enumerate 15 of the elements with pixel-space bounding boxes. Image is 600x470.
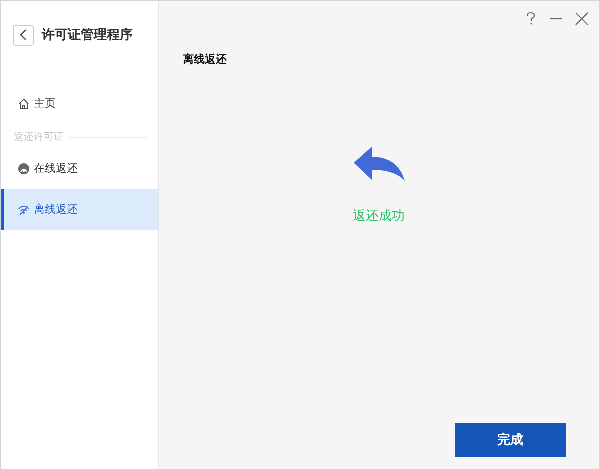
house-icon xyxy=(18,98,30,110)
nav-item[interactable]: 主页 xyxy=(1,83,158,124)
globe-icon xyxy=(18,162,30,174)
app-title: 许可证管理程序 xyxy=(42,26,133,44)
success-message: 返还成功 xyxy=(353,208,405,225)
help-icon[interactable] xyxy=(525,12,537,26)
section-label: 返还许可证 xyxy=(14,130,64,144)
chevron-left-icon xyxy=(20,29,28,41)
back-button[interactable] xyxy=(13,24,34,46)
nav-item[interactable]: 离线返还 xyxy=(1,189,158,230)
nav-item[interactable]: 在线返还 xyxy=(1,148,158,189)
finish-button[interactable]: 完成 xyxy=(455,423,566,457)
close-icon[interactable] xyxy=(575,12,589,26)
page-title: 离线返还 xyxy=(182,52,228,67)
wifi-off-icon xyxy=(18,204,30,216)
